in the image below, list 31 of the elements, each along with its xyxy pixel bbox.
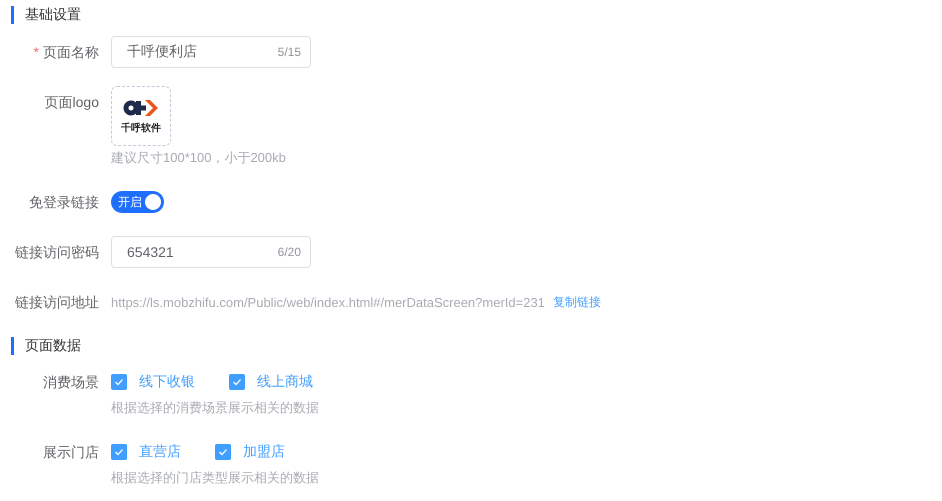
section-marker bbox=[11, 337, 14, 355]
logo-upload[interactable]: 千呼软件 bbox=[111, 86, 171, 146]
checkbox[interactable] bbox=[215, 444, 231, 460]
checkbox-label[interactable]: 线下收银 bbox=[139, 373, 195, 391]
checkbox[interactable] bbox=[111, 444, 127, 460]
url-text: https://ls.mobzhifu.com/Public/web/index.html#/merDataScreen?merId=231 bbox=[111, 294, 545, 310]
logo-text: 千呼软件 bbox=[121, 122, 161, 135]
field-label: 展示门店 bbox=[43, 444, 99, 460]
hint-text: 建议尺寸100*100，小于200kb bbox=[111, 149, 286, 167]
field-label: 消费场景 bbox=[43, 374, 99, 390]
logo-icon bbox=[123, 97, 159, 119]
hint-text: 根据选择的门店类型展示相关的数据 bbox=[111, 469, 319, 487]
field-label: 免登录链接 bbox=[29, 194, 99, 210]
hint-text: 根据选择的消费场景展示相关的数据 bbox=[111, 399, 320, 417]
checkbox-label[interactable]: 加盟店 bbox=[243, 443, 285, 461]
checkbox[interactable] bbox=[111, 374, 127, 390]
checkbox-label[interactable]: 线上商城 bbox=[257, 373, 313, 391]
checkbox-label[interactable]: 直营店 bbox=[139, 443, 181, 461]
copy-link[interactable]: 复制链接 bbox=[552, 294, 601, 310]
checkbox[interactable] bbox=[229, 374, 245, 390]
toggle-switch[interactable]: 开启 bbox=[111, 191, 164, 213]
character-count: 5/15 bbox=[278, 45, 301, 59]
field-label: 页面名称 bbox=[43, 44, 99, 60]
field-label: 页面logo bbox=[44, 94, 99, 110]
section-marker bbox=[11, 6, 14, 24]
field-label: 链接访问密码 bbox=[15, 244, 99, 260]
section-title: 页面数据 bbox=[25, 337, 81, 355]
field-label: 链接访问地址 bbox=[15, 294, 99, 310]
character-count: 6/20 bbox=[278, 245, 301, 259]
required-mark: * bbox=[34, 44, 39, 60]
section-title: 基础设置 bbox=[25, 6, 81, 24]
